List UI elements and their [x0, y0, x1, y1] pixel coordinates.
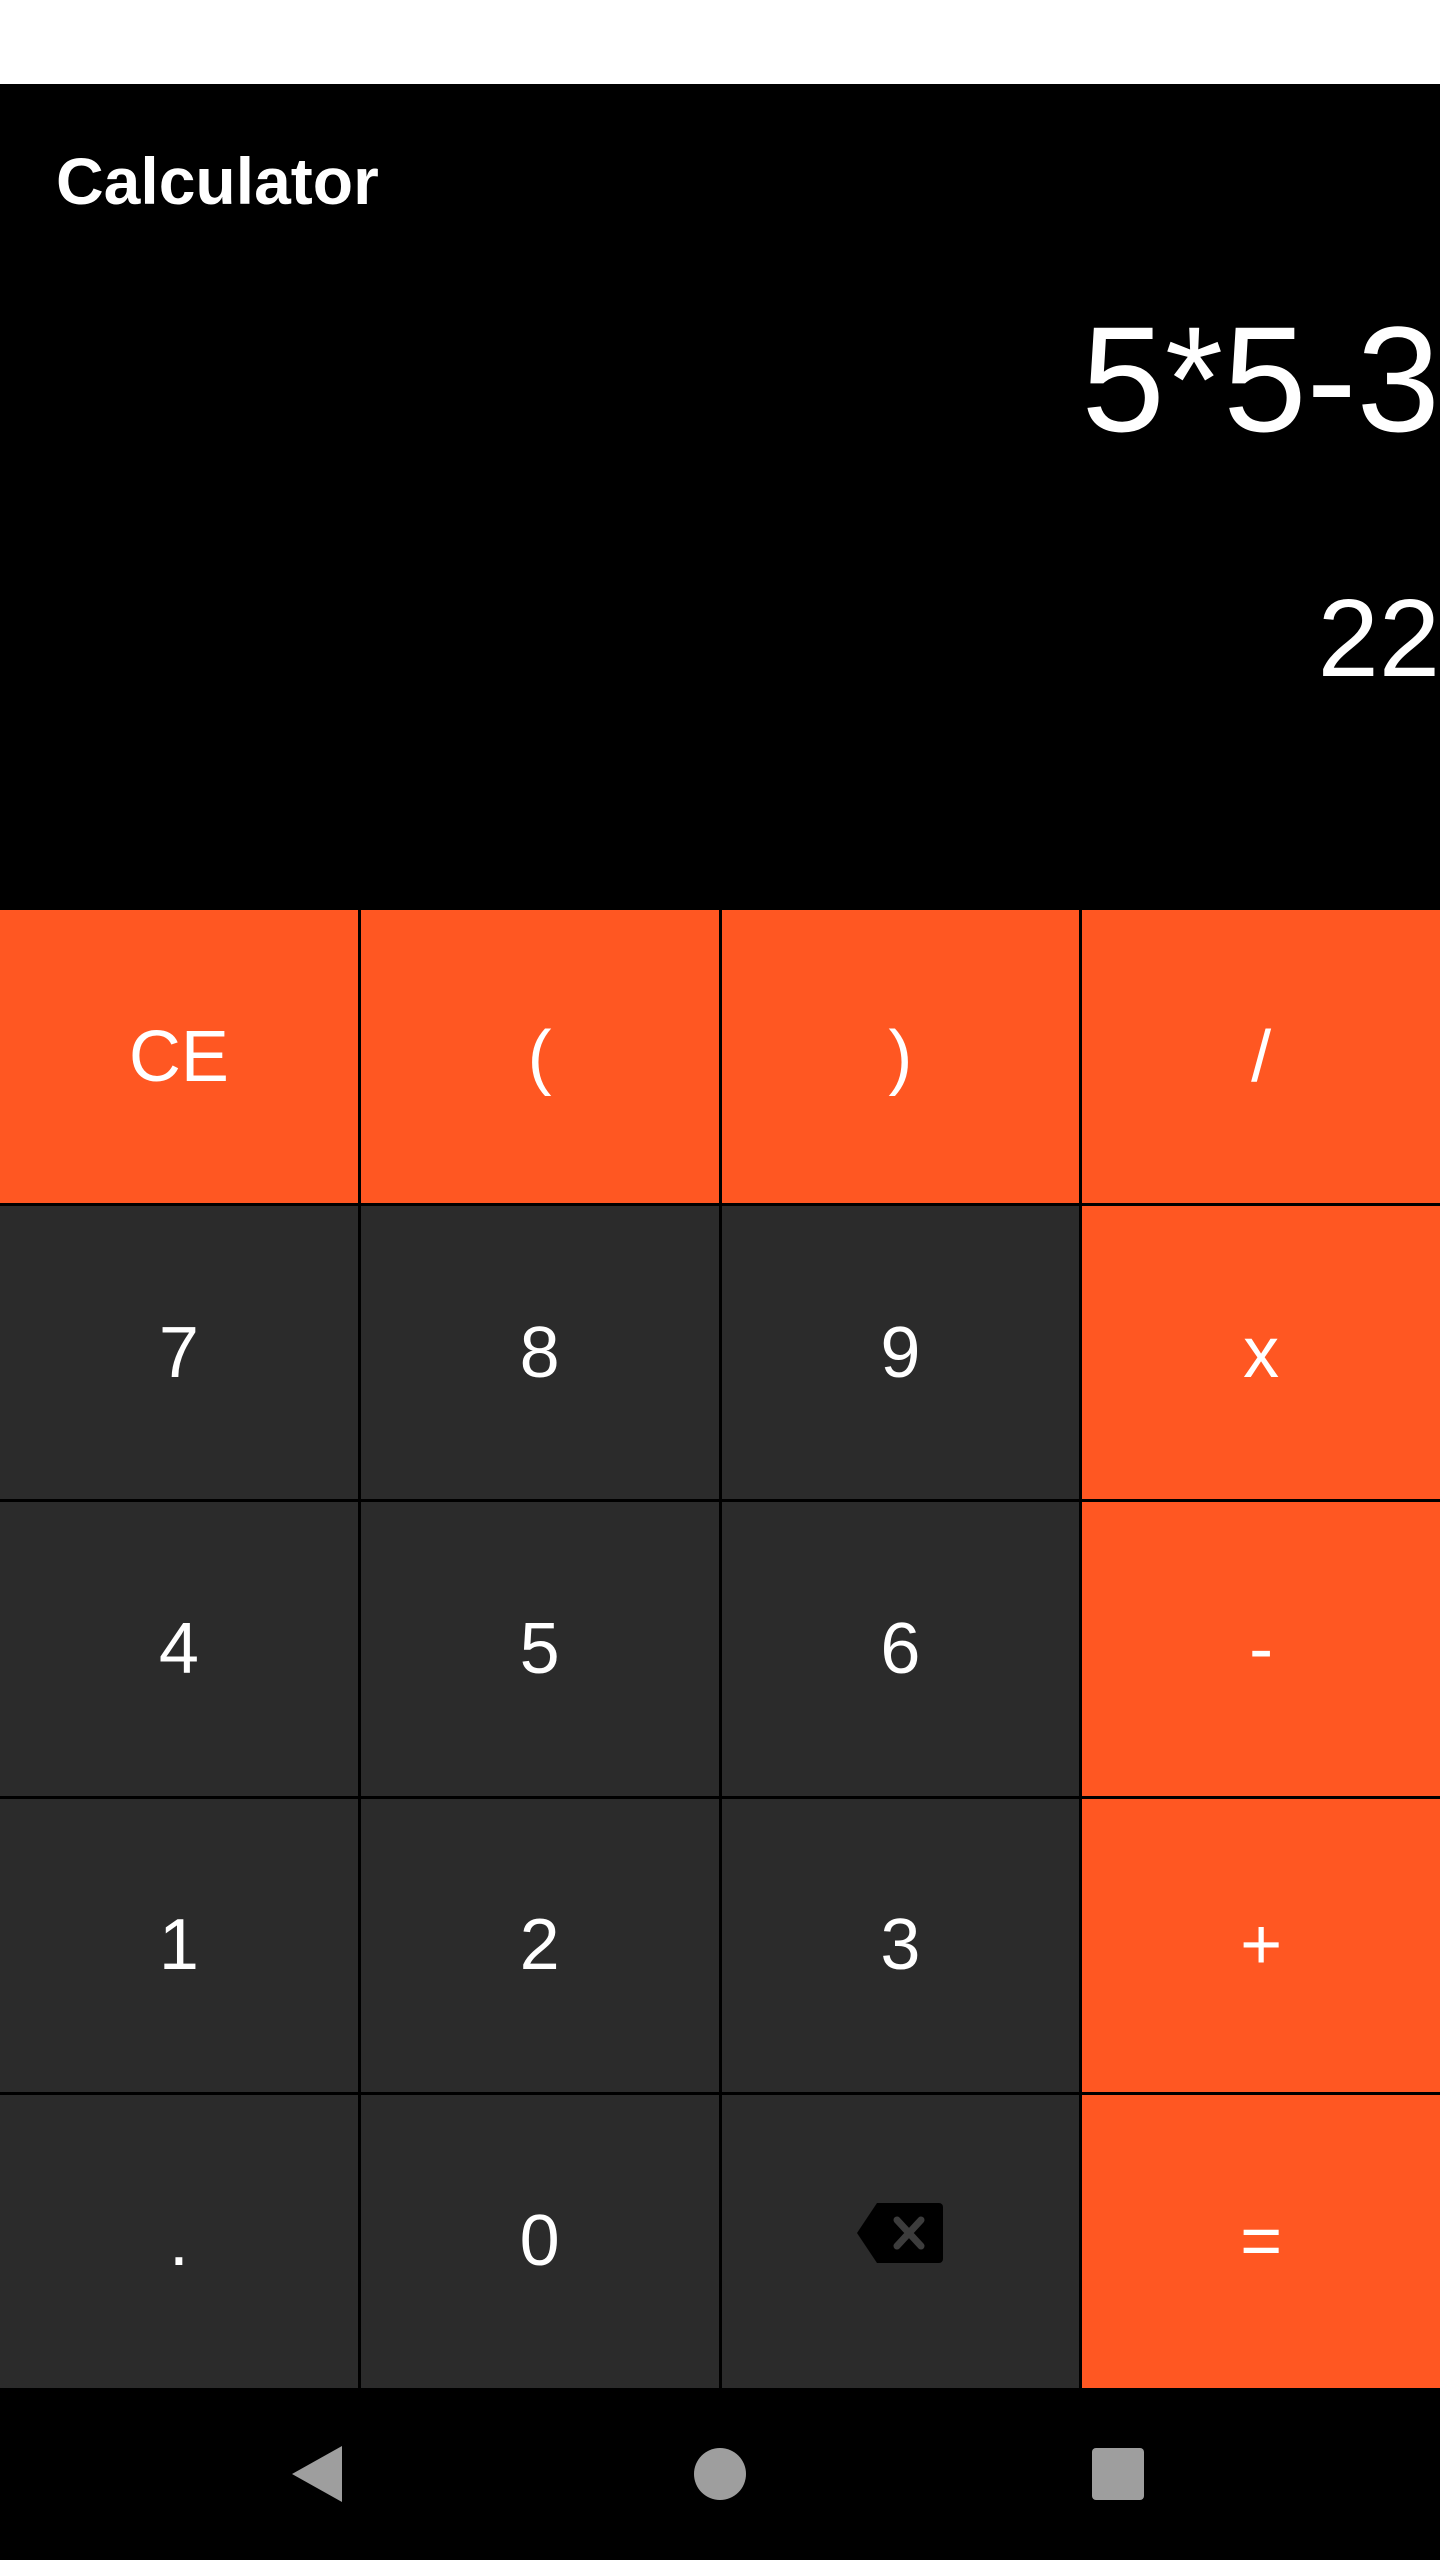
key-label: 8: [519, 1312, 560, 1393]
digit-1-button[interactable]: 1: [0, 1798, 358, 2092]
key-label: =: [1240, 2201, 1283, 2282]
subtract-button[interactable]: -: [1082, 1502, 1440, 1796]
app-title: Calculator: [56, 144, 379, 218]
expression-display: 5*5-3: [1081, 295, 1440, 463]
key-label: CE: [128, 1016, 229, 1097]
key-label: -: [1249, 1608, 1274, 1689]
open-paren-button[interactable]: (: [360, 910, 719, 1204]
home-icon[interactable]: [684, 2438, 756, 2510]
close-paren-button[interactable]: ): [721, 910, 1080, 1204]
equals-button[interactable]: =: [1082, 2094, 1440, 2388]
digit-4-button[interactable]: 4: [0, 1502, 358, 1796]
keypad: CE () / 7 8 9 x 4 5 6 - 1 2 3 +. 0 =: [0, 910, 1440, 2388]
key-label: ): [888, 1016, 913, 1097]
digit-3-button[interactable]: 3: [721, 1798, 1080, 2092]
recents-icon[interactable]: [1082, 2438, 1154, 2510]
key-label: 2: [519, 1905, 560, 1986]
digit-6-button[interactable]: 6: [721, 1502, 1080, 1796]
key-label: .: [168, 2201, 189, 2282]
digit-7-button[interactable]: 7: [0, 1206, 358, 1500]
key-label: 7: [158, 1312, 199, 1393]
key-label: 3: [880, 1905, 921, 1986]
digit-9-button[interactable]: 9: [721, 1206, 1080, 1500]
backspace-icon: [855, 2200, 945, 2283]
key-label: +: [1240, 1905, 1283, 1986]
divide-button[interactable]: /: [1082, 910, 1440, 1204]
navigation-bar: [0, 2388, 1440, 2560]
digit-5-button[interactable]: 5: [360, 1502, 719, 1796]
multiply-button[interactable]: x: [1082, 1206, 1440, 1500]
digit-0-button[interactable]: 0: [360, 2094, 719, 2388]
clear-entry-button[interactable]: CE: [0, 910, 358, 1204]
calculator-display: Calculator 5*5-3 22: [0, 84, 1440, 910]
key-label: 6: [880, 1608, 921, 1689]
key-label: 1: [158, 1905, 199, 1986]
digit-8-button[interactable]: 8: [360, 1206, 719, 1500]
key-label: (: [527, 1016, 552, 1097]
status-bar: [0, 0, 1440, 84]
result-display: 22: [1317, 577, 1440, 700]
key-label: 4: [158, 1608, 199, 1689]
calculator-app: Calculator 5*5-3 22 CE () / 7 8 9 x 4 5 6 - 1 2 3 +. 0 =: [0, 84, 1440, 2388]
backspace-button[interactable]: [721, 2094, 1080, 2388]
key-label: 5: [519, 1608, 560, 1689]
key-label: x: [1243, 1312, 1280, 1393]
key-label: /: [1251, 1016, 1272, 1097]
back-icon[interactable]: [282, 2438, 354, 2510]
key-label: 0: [519, 2201, 560, 2282]
decimal-button[interactable]: .: [0, 2094, 358, 2388]
add-button[interactable]: +: [1082, 1798, 1440, 2092]
key-label: 9: [880, 1312, 921, 1393]
digit-2-button[interactable]: 2: [360, 1798, 719, 2092]
